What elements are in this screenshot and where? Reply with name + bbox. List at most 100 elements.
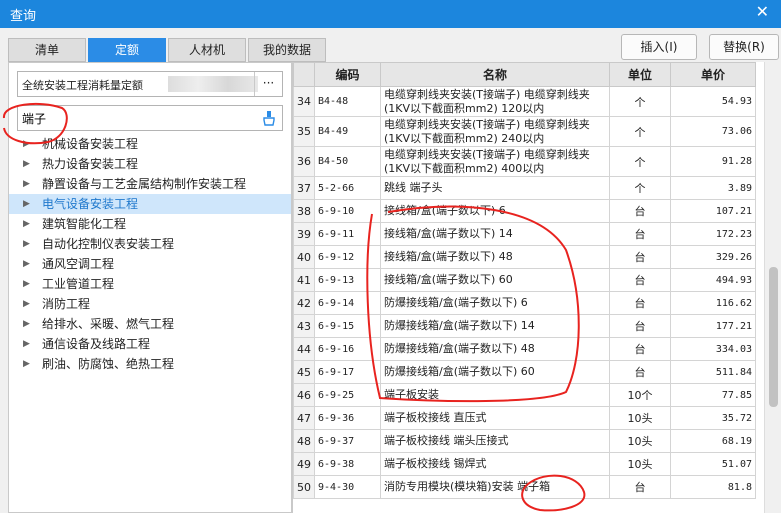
- cell-unit: 10头: [609, 406, 671, 430]
- search-input[interactable]: [22, 109, 252, 127]
- tree-item[interactable]: ▶ 消防工程: [9, 294, 291, 314]
- table-row[interactable]: 44 6-9-16 防爆接线箱/盒(端子数以下) 48 台 334.03: [293, 337, 756, 361]
- tree-item[interactable]: ▶ 自动化控制仪表安装工程: [9, 234, 291, 254]
- table-row[interactable]: 43 6-9-15 防爆接线箱/盒(端子数以下) 14 台 177.21: [293, 314, 756, 338]
- cell-name: 电缆穿刺线夹安装(T接端子) 电缆穿刺线夹(1KV以下截面积mm2) 400以内: [380, 146, 610, 177]
- scrollbar-thumb[interactable]: [769, 267, 778, 407]
- table-header-row: 编码 名称 单位 单价: [293, 62, 756, 87]
- cell-name: 端子板校接线 端头压接式: [380, 429, 610, 453]
- cell-unit: 台: [609, 222, 671, 246]
- table-row[interactable]: 38 6-9-10 接线箱/盒(端子数以下) 6 台 107.21: [293, 199, 756, 223]
- table-row[interactable]: 48 6-9-37 端子板校接线 端头压接式 10头 68.19: [293, 429, 756, 453]
- cell-price: 177.21: [670, 314, 756, 338]
- expand-arrow-icon[interactable]: ▶: [23, 214, 30, 234]
- header-unit[interactable]: 单位: [609, 62, 671, 87]
- cell-num: 35: [293, 116, 315, 147]
- table-row[interactable]: 49 6-9-38 端子板校接线 锡焊式 10头 51.07: [293, 452, 756, 476]
- tree-item[interactable]: ▶ 给排水、采暖、燃气工程: [9, 314, 291, 334]
- title-bar: 查询 ✕: [0, 0, 781, 28]
- cell-name: 跳线 端子头: [380, 176, 610, 200]
- header-name[interactable]: 名称: [380, 62, 610, 87]
- header-code[interactable]: 编码: [314, 62, 381, 87]
- tree-item-label: 热力设备安装工程: [42, 157, 139, 171]
- cell-name: 端子板校接线 直压式: [380, 406, 610, 430]
- table-row[interactable]: 35 B4-49 电缆穿刺线夹安装(T接端子) 电缆穿刺线夹(1KV以下截面积mm2…: [293, 116, 756, 147]
- more-button[interactable]: ···: [254, 72, 282, 96]
- expand-arrow-icon[interactable]: ▶: [23, 194, 30, 214]
- cell-code: B4-48: [314, 86, 381, 117]
- expand-arrow-icon[interactable]: ▶: [23, 154, 30, 174]
- tree-item[interactable]: ▶ 电气设备安装工程: [9, 194, 291, 214]
- expand-arrow-icon[interactable]: ▶: [23, 354, 30, 374]
- cell-price: 511.84: [670, 360, 756, 384]
- table-row[interactable]: 36 B4-50 电缆穿刺线夹安装(T接端子) 电缆穿刺线夹(1KV以下截面积mm2…: [293, 146, 756, 177]
- tab-quota[interactable]: 定额: [88, 38, 166, 62]
- insert-button[interactable]: 插入(I): [621, 34, 697, 60]
- tree-item[interactable]: ▶ 通风空调工程: [9, 254, 291, 274]
- table-row[interactable]: 46 6-9-25 端子板安装 10个 77.85: [293, 383, 756, 407]
- cell-unit: 台: [609, 268, 671, 292]
- table-row[interactable]: 47 6-9-36 端子板校接线 直压式 10头 35.72: [293, 406, 756, 430]
- table-row[interactable]: 40 6-9-12 接线箱/盒(端子数以下) 48 台 329.26: [293, 245, 756, 269]
- table-row[interactable]: 45 6-9-17 防爆接线箱/盒(端子数以下) 60 台 511.84: [293, 360, 756, 384]
- table-row[interactable]: 34 B4-48 电缆穿刺线夹安装(T接端子) 电缆穿刺线夹(1KV以下截面积mm2…: [293, 86, 756, 117]
- expand-arrow-icon[interactable]: ▶: [23, 274, 30, 294]
- expand-arrow-icon[interactable]: ▶: [23, 314, 30, 334]
- tree-item-label: 给排水、采暖、燃气工程: [42, 317, 175, 331]
- cell-code: B4-50: [314, 146, 381, 177]
- tree-item[interactable]: ▶ 建筑智能化工程: [9, 214, 291, 234]
- table-row[interactable]: 41 6-9-13 接线箱/盒(端子数以下) 60 台 494.93: [293, 268, 756, 292]
- cell-code: 6-9-16: [314, 337, 381, 361]
- tab-bill[interactable]: 清单: [8, 38, 86, 62]
- expand-arrow-icon[interactable]: ▶: [23, 134, 30, 154]
- tab-my-data[interactable]: 我的数据: [248, 38, 326, 62]
- close-icon[interactable]: ✕: [756, 2, 769, 21]
- quota-table: 编码 名称 单位 单价 34 B4-48 电缆穿刺线夹安装(T接端子) 电缆穿刺线夹…: [293, 62, 756, 499]
- cell-name: 接线箱/盒(端子数以下) 60: [380, 268, 610, 292]
- cell-num: 41: [293, 268, 315, 292]
- tree-item[interactable]: ▶ 工业管道工程: [9, 274, 291, 294]
- replace-button[interactable]: 替换(R): [709, 34, 779, 60]
- cell-unit: 个: [609, 146, 671, 177]
- quota-library-selector[interactable]: 全统安装工程消耗量定额 ···: [17, 71, 283, 97]
- tree-item-label: 机械设备安装工程: [42, 137, 139, 151]
- tree-item[interactable]: ▶ 机械设备安装工程: [9, 134, 291, 154]
- cell-price: 35.72: [670, 406, 756, 430]
- table-row[interactable]: 39 6-9-11 接线箱/盒(端子数以下) 14 台 172.23: [293, 222, 756, 246]
- tree-item[interactable]: ▶ 刷油、防腐蚀、绝热工程: [9, 354, 291, 374]
- vertical-scrollbar[interactable]: [764, 62, 781, 513]
- tree-item[interactable]: ▶ 热力设备安装工程: [9, 154, 291, 174]
- cell-num: 36: [293, 146, 315, 177]
- cell-unit: 10个: [609, 383, 671, 407]
- cell-name: 端子板安装: [380, 383, 610, 407]
- table-row[interactable]: 37 5-2-66 跳线 端子头个 3.89: [293, 176, 756, 200]
- cell-num: 38: [293, 199, 315, 223]
- cell-name: 防爆接线箱/盒(端子数以下) 14: [380, 314, 610, 338]
- table-row[interactable]: 42 6-9-14 防爆接线箱/盒(端子数以下) 6 台 116.62: [293, 291, 756, 315]
- cell-num: 34: [293, 86, 315, 117]
- expand-arrow-icon[interactable]: ▶: [23, 174, 30, 194]
- expand-arrow-icon[interactable]: ▶: [23, 294, 30, 314]
- tree-item[interactable]: ▶ 静置设备与工艺金属结构制作安装工程: [9, 174, 291, 194]
- tree-item-label: 工业管道工程: [42, 277, 115, 291]
- expand-arrow-icon[interactable]: ▶: [23, 254, 30, 274]
- cell-num: 50: [293, 475, 315, 499]
- header-price[interactable]: 单价: [670, 62, 756, 87]
- tree-item-label: 消防工程: [42, 297, 91, 311]
- tree-item-label: 通风空调工程: [42, 257, 115, 271]
- cell-unit: 个: [609, 176, 671, 200]
- table-row[interactable]: 50 9-4-30 消防专用模块(模块箱)安装 端子箱台 81.8: [293, 475, 756, 499]
- cell-code: 6-9-10: [314, 199, 381, 223]
- cell-name: 端子板校接线 锡焊式: [380, 452, 610, 476]
- cell-name: 防爆接线箱/盒(端子数以下) 6: [380, 291, 610, 315]
- cell-name: 电缆穿刺线夹安装(T接端子) 电缆穿刺线夹(1KV以下截面积mm2) 240以内: [380, 116, 610, 147]
- cell-price: 91.28: [670, 146, 756, 177]
- clear-brush-icon[interactable]: [262, 110, 276, 126]
- cell-price: 68.19: [670, 429, 756, 453]
- tree-item[interactable]: ▶ 通信设备及线路工程: [9, 334, 291, 354]
- cell-price: 51.07: [670, 452, 756, 476]
- cell-name: 接线箱/盒(端子数以下) 6: [380, 199, 610, 223]
- expand-arrow-icon[interactable]: ▶: [23, 234, 30, 254]
- expand-arrow-icon[interactable]: ▶: [23, 334, 30, 354]
- tab-labor-material-machine[interactable]: 人材机: [168, 38, 246, 62]
